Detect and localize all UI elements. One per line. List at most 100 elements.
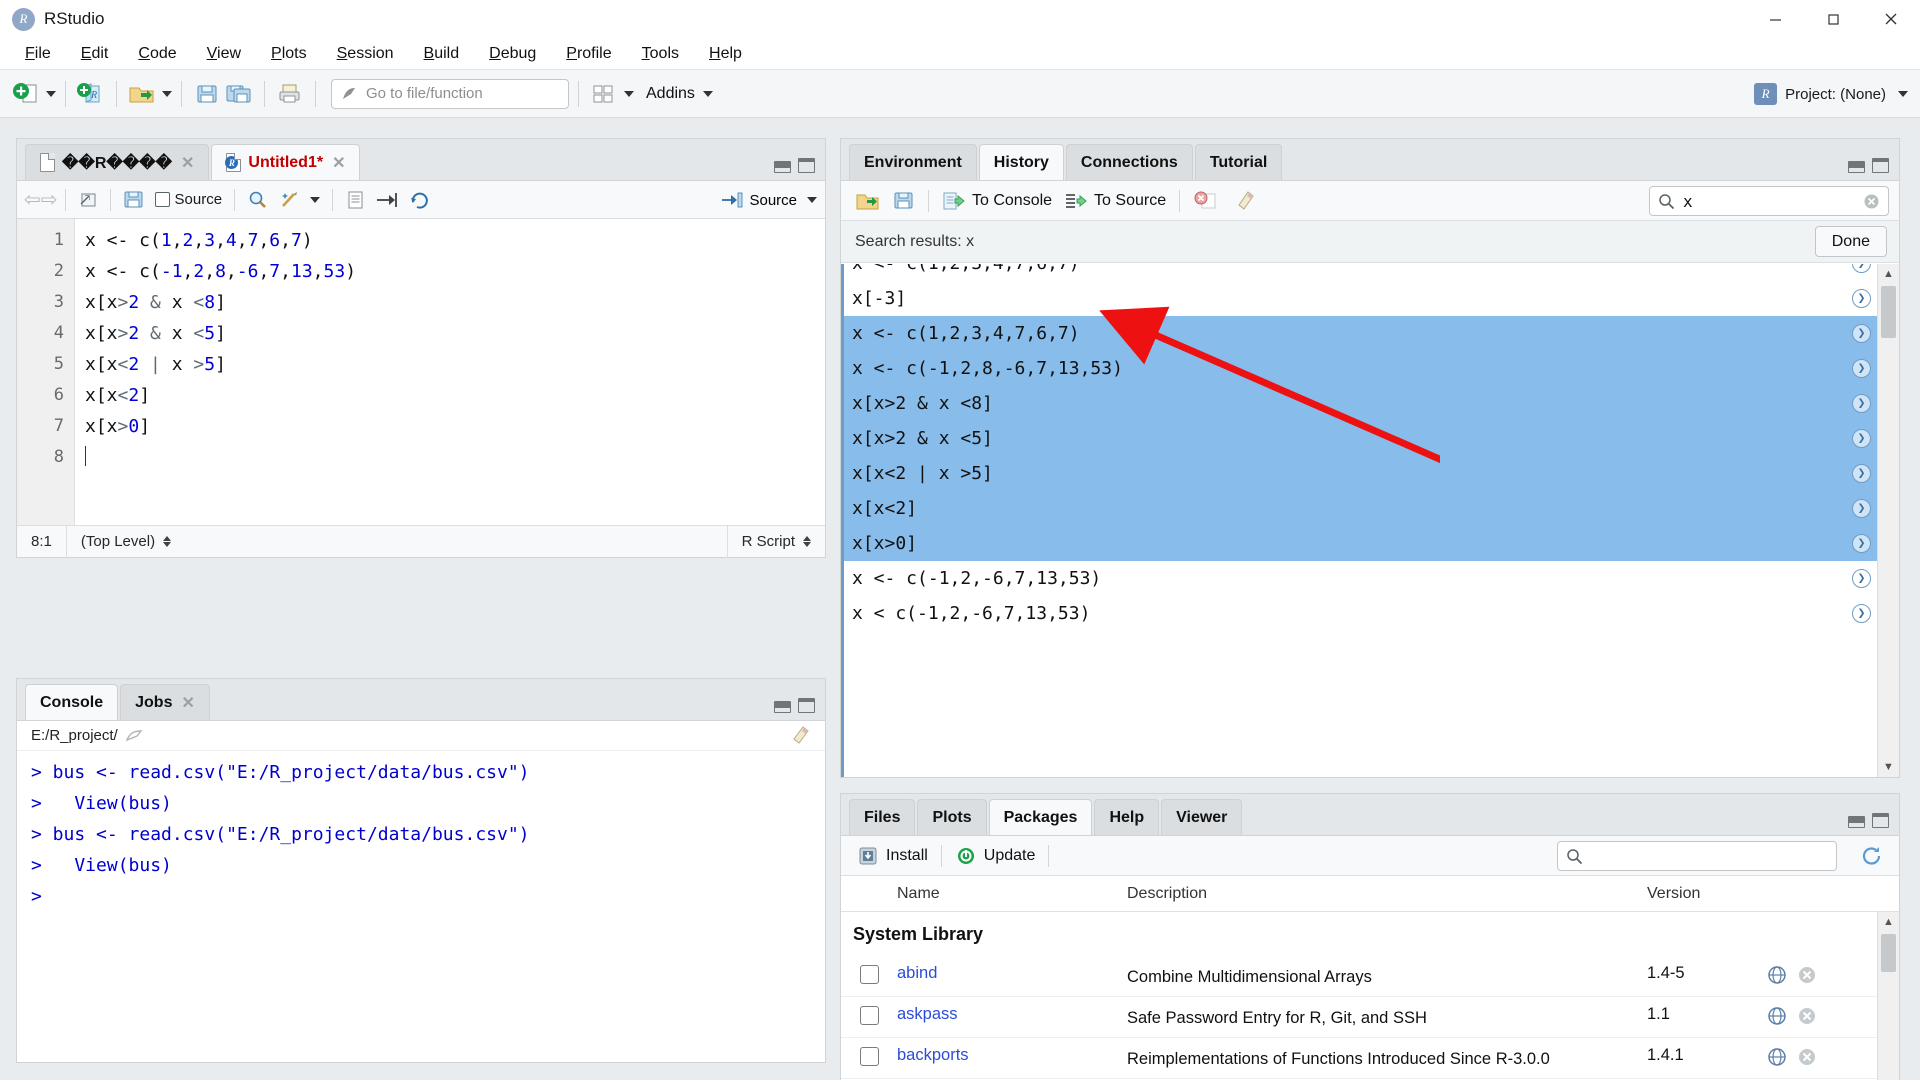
editor-compile-report-button[interactable] <box>340 186 370 214</box>
source-on-save-checkbox[interactable] <box>154 192 170 207</box>
editor-rerun-button[interactable] <box>404 186 436 214</box>
tab-viewer[interactable]: Viewer <box>1161 799 1243 835</box>
tab-help[interactable]: Help <box>1094 799 1160 835</box>
tab-environment[interactable]: Environment <box>849 144 977 180</box>
print-button[interactable] <box>274 79 306 109</box>
editor-source-dropdown-icon[interactable] <box>807 197 817 203</box>
packages-scrollbar[interactable]: ▲ ▼ <box>1877 912 1899 1080</box>
tab-history[interactable]: History <box>978 144 1064 180</box>
tab-plots[interactable]: Plots <box>917 799 987 835</box>
save-all-button[interactable] <box>223 79 255 109</box>
to-console-button[interactable]: To Console <box>936 186 1058 216</box>
scope-selector[interactable]: (Top Level) <box>67 526 185 558</box>
code-line[interactable]: x[x>2 & x <8] <box>85 287 825 318</box>
history-row-send-icon[interactable]: ❯ <box>1852 289 1871 308</box>
editor-code-tools-button[interactable] <box>274 186 325 214</box>
history-row[interactable]: x[x>2 & x <5] ❯ <box>844 421 1877 456</box>
editor-code-tools-dropdown-icon[interactable] <box>310 196 321 203</box>
project-selector[interactable]: R Project: (None) <box>1754 70 1908 118</box>
code-line[interactable]: x <- c(1,2,3,4,7,6,7) <box>85 225 825 256</box>
source-on-save-toggle[interactable]: Source <box>150 186 228 214</box>
history-row-send-icon[interactable]: ❯ <box>1852 429 1871 448</box>
file-type-selector[interactable]: R Script <box>728 526 825 558</box>
packages-minimize-icon[interactable] <box>1848 816 1865 828</box>
open-file-dropdown-icon[interactable] <box>162 90 172 97</box>
tab-packages[interactable]: Packages <box>988 799 1093 835</box>
history-remove-button[interactable] <box>1187 186 1225 216</box>
packages-scroll-up-icon[interactable]: ▲ <box>1878 912 1899 932</box>
menu-session[interactable]: Session <box>322 41 409 67</box>
new-file-dropdown-icon[interactable] <box>46 90 56 97</box>
console-clear-icon[interactable] <box>787 725 811 751</box>
package-remove-icon[interactable] <box>1797 965 1817 985</box>
history-clear-button[interactable] <box>1225 186 1263 216</box>
code-line[interactable] <box>85 442 825 473</box>
minimize-button[interactable] <box>1746 0 1804 38</box>
history-row[interactable]: x[x<2] ❯ <box>844 491 1877 526</box>
package-name-link[interactable]: backports <box>897 1046 1127 1065</box>
history-row[interactable]: x <- c(-1,2,8,-6,7,13,53) ❯ <box>844 351 1877 386</box>
code-editor[interactable]: 1 2 3 4 5 6 7 8 x <- c(1,2,3,4,7,6,7) x <- c(-1,… <box>17 219 825 525</box>
code-line[interactable]: x[x>2 & x <5] <box>85 318 825 349</box>
package-browse-icon[interactable] <box>1767 1006 1787 1026</box>
tab-files[interactable]: Files <box>849 799 916 835</box>
clear-search-icon[interactable] <box>1863 193 1880 210</box>
tab-console[interactable]: Console <box>25 684 119 720</box>
package-name-link[interactable]: abind <box>897 964 1127 983</box>
maximize-button[interactable] <box>1804 0 1862 38</box>
history-list[interactable]: x <- c(1,2,3,4,7,6,7)❯x[-3]❯x <- c(1,2,3… <box>841 264 1877 777</box>
history-row[interactable]: x <- c(1,2,3,4,7,6,7) ❯ <box>844 316 1877 351</box>
package-remove-icon[interactable] <box>1797 1006 1817 1026</box>
menu-plots[interactable]: Plots <box>256 41 322 67</box>
history-row-send-icon[interactable]: ❯ <box>1852 394 1871 413</box>
history-row[interactable]: x <- c(1,2,3,4,7,6,7) ❯ <box>844 264 1877 281</box>
history-row-send-icon[interactable]: ❯ <box>1852 264 1871 273</box>
code-line[interactable]: x[x<2 | x >5] <box>85 349 825 380</box>
editor-save-button[interactable] <box>118 186 150 214</box>
menu-edit[interactable]: Edit <box>66 41 124 67</box>
package-row[interactable]: backports Reimplementations of Functions … <box>841 1038 1877 1079</box>
editor-back-icon[interactable]: ⇦ <box>24 190 41 210</box>
console-output[interactable]: > bus <- read.csv("E:/R_project/data/bus… <box>17 751 825 1062</box>
project-dropdown-icon[interactable] <box>1898 91 1908 97</box>
package-browse-icon[interactable] <box>1767 965 1787 985</box>
history-row-send-icon[interactable]: ❯ <box>1852 604 1871 623</box>
tab-connections[interactable]: Connections <box>1065 144 1193 180</box>
history-row-send-icon[interactable]: ❯ <box>1852 569 1871 588</box>
search-done-button[interactable]: Done <box>1814 226 1887 257</box>
new-project-button[interactable]: R <box>75 79 107 109</box>
package-checkbox[interactable] <box>859 965 879 984</box>
package-name-link[interactable]: askpass <box>897 1005 1127 1024</box>
code-line[interactable]: x[x>0] <box>85 411 825 442</box>
workspace-panes-dropdown-icon[interactable] <box>624 90 634 97</box>
console-minimize-icon[interactable] <box>774 701 791 713</box>
history-row-send-icon[interactable]: ❯ <box>1852 534 1871 553</box>
history-row-send-icon[interactable]: ❯ <box>1852 359 1871 378</box>
menu-file[interactable]: File <box>10 41 66 67</box>
package-browse-icon[interactable] <box>1767 1047 1787 1067</box>
history-row[interactable]: x[x>0] ❯ <box>844 526 1877 561</box>
code-line[interactable]: x <- c(-1,2,8,-6,7,13,53) <box>85 256 825 287</box>
install-packages-button[interactable]: Install <box>851 841 934 871</box>
editor-run-button[interactable] <box>370 186 404 214</box>
to-source-button[interactable]: To Source <box>1058 186 1172 216</box>
packages-table-body[interactable]: System Library abind Combine Multidimensi… <box>841 912 1877 1080</box>
packages-search-input[interactable] <box>1557 841 1837 871</box>
packages-maximize-icon[interactable] <box>1872 813 1889 828</box>
addins-label[interactable]: Addins <box>646 85 695 103</box>
history-save-button[interactable] <box>887 186 921 216</box>
source-maximize-icon[interactable] <box>798 158 815 173</box>
close-button[interactable] <box>1862 0 1920 38</box>
menu-build[interactable]: Build <box>409 41 475 67</box>
addins-dropdown-icon[interactable] <box>702 90 713 97</box>
update-packages-button[interactable]: Update <box>949 841 1042 871</box>
menu-code[interactable]: Code <box>123 41 191 67</box>
save-button[interactable] <box>191 79 223 109</box>
packages-refresh-button[interactable] <box>1859 844 1885 873</box>
tab-jobs[interactable]: Jobs ✕ <box>120 684 210 720</box>
history-row[interactable]: x[x>2 & x <8] ❯ <box>844 386 1877 421</box>
history-scroll-down-icon[interactable]: ▼ <box>1878 757 1899 777</box>
history-scroll-up-icon[interactable]: ▲ <box>1878 264 1899 284</box>
tab-jobs-close-icon[interactable]: ✕ <box>181 693 194 713</box>
new-file-button[interactable] <box>10 79 42 109</box>
